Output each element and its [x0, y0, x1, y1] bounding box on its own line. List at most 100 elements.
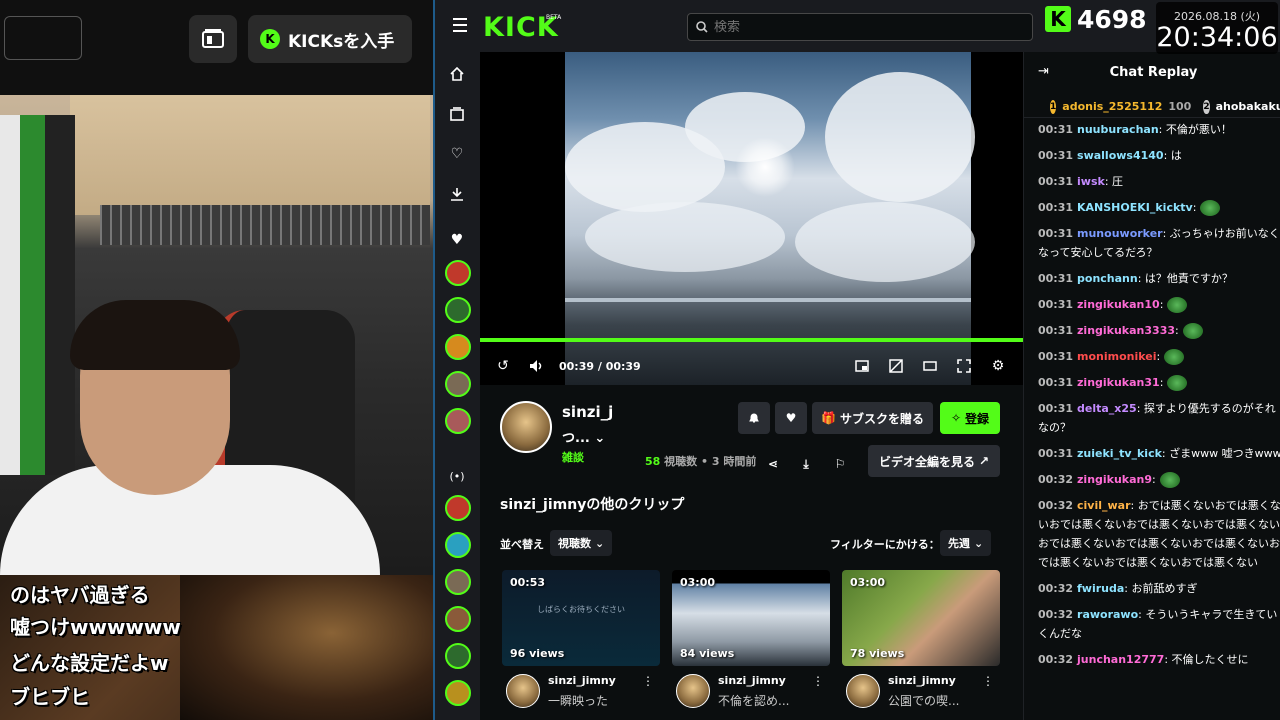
library-icon-button[interactable]: [189, 15, 237, 63]
recommended-channel-avatar[interactable]: [445, 532, 471, 558]
message-text: : ざまwww 嘘つきwww: [1161, 447, 1280, 460]
collapse-chat-icon[interactable]: ⇥: [1038, 64, 1049, 79]
clip-channel-avatar[interactable]: [676, 674, 710, 708]
message-time: 00:31: [1038, 227, 1074, 240]
clip-channel-avatar[interactable]: [846, 674, 880, 708]
message-username[interactable]: zingikukan9: [1077, 473, 1152, 486]
favorite-button[interactable]: ♥: [775, 402, 807, 434]
video-player[interactable]: ↺ 00:39 / 00:39 ⚙: [480, 52, 1023, 385]
chevron-down-icon[interactable]: ⌄: [594, 431, 605, 446]
clip-thumbnail[interactable]: 03:00 78 views: [842, 570, 1000, 666]
message-username[interactable]: zingikukan3333: [1077, 324, 1175, 337]
clip-icon[interactable]: [886, 356, 906, 376]
fullscreen-icon[interactable]: [954, 356, 974, 376]
followed-channel-avatar[interactable]: [445, 371, 471, 397]
channel-avatar[interactable]: [500, 401, 552, 453]
volume-icon[interactable]: [526, 356, 546, 376]
followed-channel-avatar[interactable]: [445, 408, 471, 434]
browse-icon[interactable]: [447, 104, 467, 124]
get-kicks-button[interactable]: K KICKsを入手: [248, 15, 412, 63]
clip-channel-avatar[interactable]: [506, 674, 540, 708]
channel-name[interactable]: sinzi_j: [562, 403, 613, 421]
clip-thumbnail[interactable]: 03:00 84 views: [672, 570, 830, 666]
notification-bell-button[interactable]: [738, 402, 770, 434]
recommended-channel-avatar[interactable]: [445, 643, 471, 669]
message-time: 00:31: [1038, 149, 1074, 162]
message-username[interactable]: swallows4140: [1077, 149, 1164, 162]
download-clip-icon[interactable]: ⤓: [796, 448, 816, 480]
clip-thumbnail[interactable]: しばらくお待ちください 00:53 96 views: [502, 570, 660, 666]
message-username[interactable]: zuieki_tv_kick: [1077, 447, 1162, 460]
caption-line: どんな設定だよw: [10, 651, 169, 675]
sort-dropdown[interactable]: 視聴数 ⌄: [550, 530, 613, 556]
followed-channel-avatar[interactable]: [445, 297, 471, 323]
follow-button[interactable]: ✧ 登録: [940, 402, 1000, 434]
clip-channel-name[interactable]: sinzi_jimny: [718, 674, 786, 687]
recommended-channel-avatar[interactable]: [445, 606, 471, 632]
message-username[interactable]: ponchann: [1077, 272, 1138, 285]
theater-mode-icon[interactable]: [920, 356, 940, 376]
message-username[interactable]: civil_war: [1077, 499, 1131, 512]
clip-title[interactable]: 一瞬映った: [548, 692, 608, 709]
category-link[interactable]: 雑談: [562, 449, 584, 465]
recommended-channel-avatar[interactable]: [445, 495, 471, 521]
settings-icon[interactable]: ⚙: [988, 356, 1008, 376]
top-bar: KICK BETA: [435, 0, 1280, 52]
more-options-icon[interactable]: ⋮: [642, 674, 654, 688]
picture-in-picture-icon[interactable]: [852, 356, 872, 376]
more-options-icon[interactable]: ⋮: [982, 674, 994, 688]
time-ago: • 3 時間前: [701, 455, 757, 468]
message-text: :: [1159, 298, 1164, 311]
message-username[interactable]: zingikukan31: [1077, 376, 1160, 389]
share-icon[interactable]: ⋖: [763, 448, 783, 480]
message-username[interactable]: KANSHOEKI_kicktv: [1077, 201, 1193, 214]
gift-subscription-button[interactable]: 🎁 サブスクを贈る: [812, 402, 933, 434]
chat-caption-overlay: のはヤバ過ぎる 嘘つけwwwwww どんな設定だよw ブヒブヒ: [0, 575, 433, 720]
clip-card[interactable]: 03:00 84 views sinzi_jimny 不倫を認め... ⋮: [672, 570, 830, 720]
message-username[interactable]: raworаwo: [1077, 608, 1138, 621]
gifter-name[interactable]: ahobakakuzu: [1216, 100, 1280, 113]
message-username[interactable]: fwiruda: [1077, 582, 1124, 595]
menu-icon[interactable]: [453, 18, 467, 32]
followed-channel-avatar[interactable]: [445, 260, 471, 286]
message-username[interactable]: munouworker: [1077, 227, 1163, 240]
clip-card[interactable]: しばらくお待ちください 00:53 96 views sinzi_jimny 一…: [502, 570, 660, 720]
message-username[interactable]: nuuburachan: [1077, 123, 1159, 136]
left-input-box[interactable]: [4, 16, 82, 60]
full-video-button[interactable]: ビデオ全編を見る ↗: [868, 445, 1000, 477]
following-heart-icon[interactable]: ♡: [447, 144, 467, 164]
message-username[interactable]: monimonikei: [1077, 350, 1157, 363]
recommended-channel-avatar[interactable]: [445, 569, 471, 595]
recommended-channel-avatar[interactable]: [445, 680, 471, 706]
message-text: : そういうキャラで生きていくんだな: [1038, 608, 1278, 640]
replay-icon[interactable]: ↺: [493, 356, 513, 376]
search-input[interactable]: [714, 19, 1014, 35]
more-options-icon[interactable]: ⋮: [812, 674, 824, 688]
report-icon[interactable]: ⚐: [830, 448, 850, 480]
search-box[interactable]: [687, 13, 1033, 41]
home-icon[interactable]: [447, 64, 467, 84]
chat-message: 00:32 zingikukan9:: [1038, 470, 1280, 489]
message-username[interactable]: zingikukan10: [1077, 298, 1160, 311]
clip-duration: 03:00: [680, 576, 716, 589]
clip-channel-name[interactable]: sinzi_jimny: [888, 674, 956, 687]
gifter-name[interactable]: adonis_2525112: [1062, 100, 1162, 113]
clip-card[interactable]: 03:00 78 views sinzi_jimny 公園での喫... ⋮: [842, 570, 1000, 720]
progress-bar[interactable]: [480, 338, 1023, 342]
side-nav: ♡ ♥ (•): [435, 52, 480, 720]
clip-title[interactable]: 公園での喫...: [888, 692, 959, 709]
clip-channel-name[interactable]: sinzi_jimny: [548, 674, 616, 687]
streamer-camera-panel: K KICKsを入手 のはヤバ過ぎる 嘘つけwwwwww どんな設定だよw ブヒ…: [0, 0, 433, 720]
download-icon[interactable]: [447, 184, 467, 204]
message-username[interactable]: junchan12777: [1077, 653, 1164, 666]
message-username[interactable]: delta_x25: [1077, 402, 1137, 415]
chat-title: Chat Replay: [1109, 64, 1198, 80]
filter-dropdown[interactable]: 先週 ⌄: [940, 530, 992, 556]
message-time: 00:31: [1038, 324, 1074, 337]
message-username[interactable]: iwsk: [1077, 175, 1105, 188]
chevron-down-icon: ⌄: [974, 536, 984, 550]
chevron-down-icon: ⌄: [595, 536, 605, 550]
message-time: 00:32: [1038, 499, 1074, 512]
followed-channel-avatar[interactable]: [445, 334, 471, 360]
clip-title[interactable]: 不倫を認め...: [718, 692, 789, 709]
